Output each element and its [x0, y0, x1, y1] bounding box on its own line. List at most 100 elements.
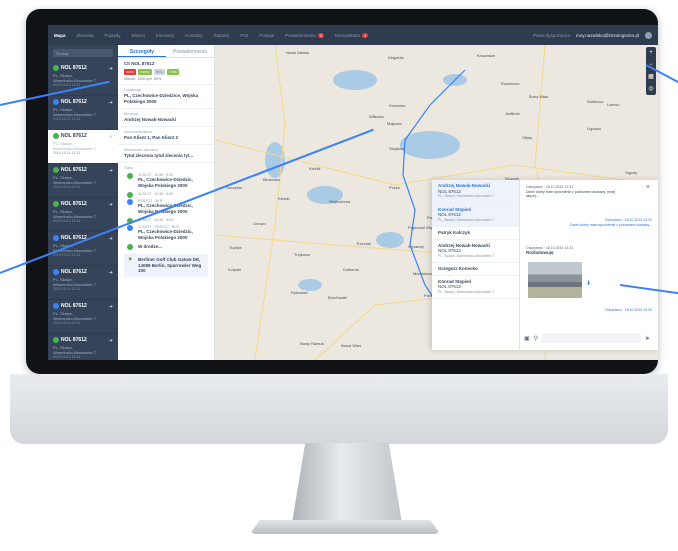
- map-city-label: Tuplice: [229, 245, 242, 250]
- map-city-label: Wilkowo: [369, 114, 384, 119]
- arrow-right-icon: ➜: [108, 202, 113, 208]
- map-city-label: Trzeciak: [356, 241, 371, 246]
- status-dot-icon: [53, 201, 59, 207]
- vehicle-item[interactable]: NOL 87612 PL, Skalyn, Warmińsko-Mazurskie…: [48, 300, 118, 334]
- location-label: Lokalizacja: [124, 88, 142, 92]
- chat-message-outgoing: Odczytano · 18.10.2019 12:31 Dzień dobry…: [560, 218, 652, 227]
- nav-label: Komunikator: [334, 32, 361, 38]
- nav-item-klienci[interactable]: Klienci: [132, 33, 145, 38]
- map-city-label: Mąkowo: [387, 121, 402, 126]
- vehicle-item[interactable]: NOL 87612 PL, Skalyn, Warmińsko-Mazurskie…: [48, 334, 118, 360]
- map-city-label: Nowe Miasto: [286, 50, 310, 55]
- search-input[interactable]: Szukaj: [53, 49, 113, 57]
- vehicle-location: PL, Skalyn, Warmińsko-Mazurskie 7 2019.10.…: [53, 141, 113, 156]
- message-photo[interactable]: [528, 262, 582, 298]
- vehicle-location: PL, Skalyn, Warmińsko-Mazurskie 7 2019.10.…: [53, 175, 113, 190]
- nav-item-kierowcy[interactable]: Kierowcy: [156, 33, 174, 38]
- map-city-label: Bindowko: [263, 177, 281, 182]
- nav-item-raporty[interactable]: Raporty: [214, 33, 230, 38]
- tab-szczegoly[interactable]: Szczegóły: [118, 45, 166, 57]
- vehicle-title: NOL 87612: [53, 201, 113, 207]
- route-stop-icon: [127, 192, 133, 198]
- vehicle-location: PL, Skalyn, Warmińsko-Mazurskie 7 2019.10.…: [53, 311, 113, 326]
- chat-contact[interactable]: Grzegorz Konecko: [432, 263, 519, 276]
- map-city-label: Linowo: [253, 221, 266, 226]
- gear-icon[interactable]: [645, 31, 652, 39]
- user-email[interactable]: moy.nazwisko@kmmlogistics.pl: [576, 33, 639, 38]
- vehicle-title: NOL 87612: [53, 303, 113, 309]
- route-stop[interactable]: 11:53:27 · 2d 5h · 8:00 PL, Czechowice-D…: [124, 173, 208, 189]
- vehicle-timestamp: 2019.10.14 12:31: [53, 185, 81, 189]
- vehicle-plate: NOL 87612: [61, 167, 87, 173]
- zoom-in-icon[interactable]: +: [649, 47, 653, 59]
- tab-powiadomienia[interactable]: Powiadomienia: [166, 45, 214, 57]
- nav-item-kontakty[interactable]: Kontakty: [185, 33, 203, 38]
- monitor-chin: [10, 374, 668, 444]
- layers-icon[interactable]: ▦: [648, 71, 654, 83]
- notes-value[interactable]: Tytuł zlecenia tytuł zlecenia tyt...: [124, 153, 208, 159]
- vehicle-location: PL, Skalyn, Warmińsko-Mazurskie 7 2019.10.…: [53, 107, 113, 122]
- details-panel: Szczegóły Powiadomienia Ch NOL 87612 ZAT…: [118, 45, 215, 360]
- message-meta: Odczytano · 18.10.2019 12:31: [604, 308, 652, 312]
- map-city-label: Kieźlik: [309, 166, 321, 171]
- top-navigation: Mapa Zlecenia Pojazdy Klienci Kierowcy K…: [48, 25, 658, 45]
- vehicle-timestamp: 2019.10.14 12:31: [53, 253, 81, 257]
- status-tag: ODPO.: [138, 69, 153, 75]
- vehicle-item[interactable]: NOL 87612 PL, Skalyn, Warmińsko-Mazurskie…: [48, 164, 118, 198]
- attach-icon[interactable]: ⚲: [534, 335, 538, 342]
- download-icon[interactable]: ⬇: [586, 280, 591, 287]
- vehicle-title: NOL 87612: [53, 133, 113, 139]
- vehicle-item[interactable]: NOL 87612 PL, Skalyn, Warmińsko-Mazurskie…: [48, 130, 118, 164]
- send-icon[interactable]: ➤: [645, 335, 650, 342]
- route-stop-icon: [127, 244, 133, 250]
- arrow-right-icon: ➜: [108, 236, 113, 242]
- road: [254, 45, 286, 360]
- route-stop-place: PL, Czechowice-Dziedzic, Wojska Polskieg…: [138, 229, 193, 240]
- map-city-label: Sadkowo: [587, 99, 604, 104]
- close-icon[interactable]: ×: [646, 184, 650, 191]
- vehicle-location: PL, Skalyn, Warmińsko-Mazurskie 7 2019.10.…: [53, 345, 113, 360]
- arrow-right-icon: ➜: [108, 134, 113, 140]
- image-icon[interactable]: ▣: [524, 335, 530, 342]
- vehicle-list: NOL 87612 PL, Skalyn, Warmińsko-Mazurskie…: [48, 62, 118, 360]
- route-stop[interactable]: W drodze...: [124, 244, 208, 250]
- nav-item-mapa[interactable]: Mapa: [54, 33, 66, 38]
- map-city-label: Wyrandy: [408, 244, 424, 249]
- nav-item-zlecenia[interactable]: Zlecenia: [77, 33, 94, 38]
- chat-contact[interactable]: Andrzej Nowak-Nowacki NOL 87612 PL, Skal…: [432, 240, 519, 263]
- nav-item-postoje[interactable]: Postoje: [259, 33, 274, 38]
- map-city-label: Nowy Ramuk: [300, 341, 324, 346]
- vehicle-plate: NOL 87612: [61, 269, 87, 275]
- status-dot-icon: [53, 303, 59, 309]
- vehicle-timestamp: 2019.10.14 12:31: [53, 355, 81, 359]
- poi-text: Berliner Golf Club Gatow DE, 14089 Berli…: [138, 257, 202, 273]
- map-city-label: Rykowiec: [291, 290, 309, 295]
- contact-location: PL, Skalyn, Warmińsko-Mazurskie 7: [438, 253, 495, 258]
- map-city-label: Wojkowizna: [329, 199, 351, 204]
- nav-item-poi[interactable]: POI: [240, 33, 248, 38]
- status-dot-icon: [53, 235, 59, 241]
- contact-name: Patryk Kulczyk: [438, 230, 471, 235]
- driver-value[interactable]: Andrzej Nowak-Nowacki: [124, 117, 208, 123]
- message-input[interactable]: [542, 333, 641, 343]
- vehicle-item[interactable]: NOL 87612 PL, Skalyn, Warmińsko-Mazurskie…: [48, 198, 118, 232]
- poi-entry[interactable]: ⚑ Berliner Golf Club Gatow DE, 14089 Berl…: [124, 254, 208, 277]
- notes-section: Wiadomości kierowcy Tytuł zlecenia tytuł…: [118, 145, 214, 163]
- vehicle-item[interactable]: NOL 87612 PL, Skalyn, Warmińsko-Mazurskie…: [48, 96, 118, 130]
- status-dot-icon: [53, 337, 59, 343]
- chat-contact[interactable]: Konrad Stępień NOL 87612 PL, Skalyn, War…: [432, 276, 519, 299]
- map-city-label: Brochwałd: [328, 295, 347, 300]
- nav-item-powiadomienia[interactable]: Powiadomienia 3: [285, 32, 324, 38]
- locate-icon[interactable]: ◎: [648, 83, 653, 95]
- vehicle-item[interactable]: NOL 87612 PL, Skalyn, Warmińsko-Mazurskie…: [48, 266, 118, 300]
- chat-contact[interactable]: Andrzej Nowak-Nowacki NOL 87612 PL, Skal…: [432, 180, 519, 204]
- nav-item-komunikator[interactable]: Komunikator 4: [334, 32, 369, 38]
- chat-contact[interactable]: Konrad Stępień NOL 87612 PL, Skalyn, War…: [432, 203, 519, 227]
- location-value: PL, Czechowice-Dziedzice, Wojska Polskie…: [124, 93, 199, 104]
- route-stop[interactable]: 11:53:27 · POSTÓJ · 3h 8' PL, Czechowice…: [124, 225, 208, 241]
- location-section: Lokalizacja PL, Czechowice-Dziedzice, Wo…: [118, 85, 214, 109]
- nav-item-pojazdy[interactable]: Pojazdy: [105, 33, 121, 38]
- route-stop-place: PL, Czechowice-Dziedzic, Wojska Polskieg…: [138, 177, 193, 188]
- route-stop[interactable]: 11:53:27 · 2d 5h · 8:00: [124, 192, 208, 198]
- chat-contact[interactable]: Patryk Kulczyk: [432, 227, 519, 240]
